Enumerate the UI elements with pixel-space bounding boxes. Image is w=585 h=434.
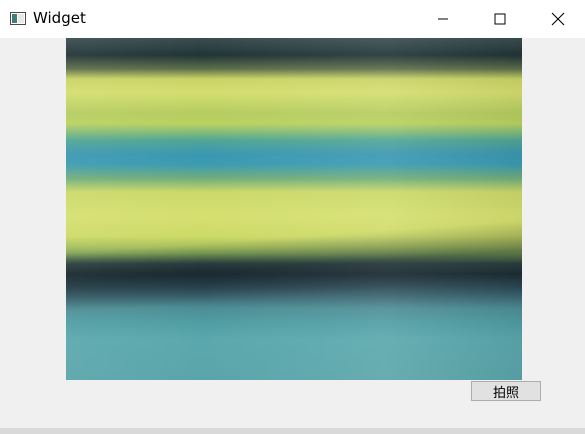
close-icon xyxy=(551,12,565,26)
window-bottom-edge xyxy=(0,428,585,434)
minimize-button[interactable] xyxy=(420,0,466,38)
window-title: Widget xyxy=(33,9,86,27)
maximize-button[interactable] xyxy=(477,0,523,38)
title-bar[interactable]: Widget xyxy=(0,0,585,38)
maximize-icon xyxy=(494,13,506,25)
window-app-icon xyxy=(10,12,26,25)
minimize-icon xyxy=(438,18,448,20)
widget-window: Widget 拍照 xyxy=(0,0,585,434)
capture-button[interactable]: 拍照 xyxy=(471,381,541,401)
camera-preview xyxy=(66,38,522,380)
close-button[interactable] xyxy=(535,0,581,38)
